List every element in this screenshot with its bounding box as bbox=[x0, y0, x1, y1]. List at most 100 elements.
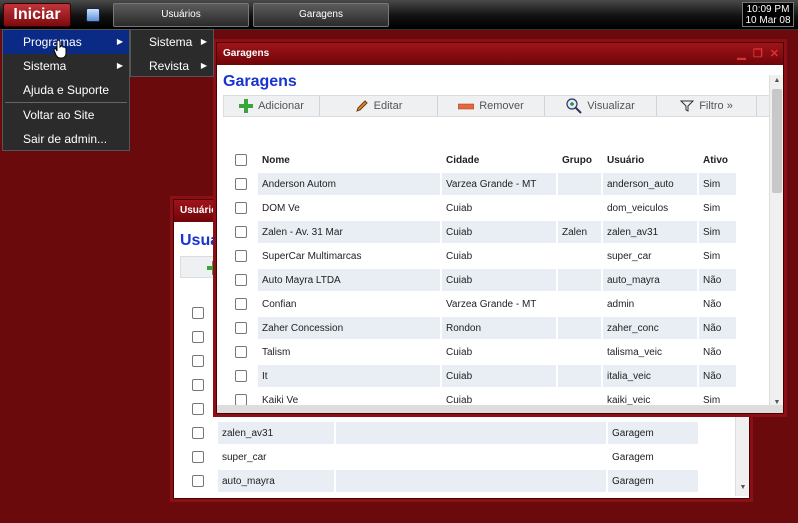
cell-cidade[interactable]: Varzea Grande - MT bbox=[442, 173, 556, 195]
cell-cidade[interactable]: Cuiab bbox=[442, 269, 556, 291]
close-icon[interactable]: ✕ bbox=[770, 48, 779, 60]
submenu-item-sistema[interactable]: Sistema ▶ bbox=[131, 30, 213, 54]
cell-nome[interactable]: Confian bbox=[258, 293, 440, 315]
row-checkbox[interactable] bbox=[235, 298, 247, 310]
cell-col1[interactable]: auto_mayra bbox=[218, 470, 334, 492]
row-checkbox[interactable] bbox=[235, 346, 247, 358]
row-checkbox[interactable] bbox=[235, 202, 247, 214]
cell-col2[interactable]: Garagem bbox=[608, 446, 698, 468]
cell-nome[interactable]: Anderson Autom bbox=[258, 173, 440, 195]
cell-grupo[interactable] bbox=[558, 341, 601, 363]
cell-usuario[interactable]: super_car bbox=[603, 245, 697, 267]
cell-col2[interactable]: Garagem bbox=[608, 422, 698, 444]
row-checkbox[interactable] bbox=[235, 274, 247, 286]
scroll-down-icon[interactable]: ▼ bbox=[736, 482, 749, 494]
row-checkbox[interactable] bbox=[235, 322, 247, 334]
cell-grupo[interactable] bbox=[558, 293, 601, 315]
cell-nome[interactable]: It bbox=[258, 365, 440, 387]
cell-grupo[interactable] bbox=[558, 269, 601, 291]
cell-ativo[interactable]: Não bbox=[699, 317, 736, 339]
cell-ativo[interactable]: Não bbox=[699, 341, 736, 363]
row-checkbox[interactable] bbox=[192, 475, 204, 487]
scroll-up-icon[interactable]: ▲ bbox=[770, 75, 783, 87]
row-checkbox[interactable] bbox=[235, 370, 247, 382]
cell-usuario[interactable]: talisma_veic bbox=[603, 341, 697, 363]
row-checkbox[interactable] bbox=[192, 355, 204, 367]
cell-usuario[interactable]: zaher_conc bbox=[603, 317, 697, 339]
row-checkbox[interactable] bbox=[235, 250, 247, 262]
cell-nome[interactable]: Zalen - Av. 31 Mar bbox=[258, 221, 440, 243]
restore-icon[interactable]: ❐ bbox=[753, 48, 763, 60]
task-button-usuarios[interactable]: Usuários bbox=[113, 3, 249, 27]
column-usuario[interactable]: Usuário bbox=[603, 149, 697, 171]
edit-button[interactable]: Editar bbox=[320, 96, 438, 116]
remove-button[interactable]: Remover bbox=[438, 96, 545, 116]
table-row[interactable]: SuperCar Multimarcas Cuiab super_car Sim bbox=[231, 245, 736, 267]
cell-grupo[interactable]: Zalen bbox=[558, 221, 601, 243]
add-button[interactable]: Adicionar bbox=[224, 96, 320, 116]
garagens-titlebar[interactable]: Garagens ▁ ❐ ✕ bbox=[217, 43, 783, 65]
quick-launch-icon[interactable] bbox=[86, 8, 100, 22]
select-all-checkbox[interactable] bbox=[235, 154, 247, 166]
cell-grupo[interactable] bbox=[558, 365, 601, 387]
row-checkbox[interactable] bbox=[192, 427, 204, 439]
row-checkbox[interactable] bbox=[235, 178, 247, 190]
column-nome[interactable]: Nome bbox=[258, 149, 440, 171]
cell-cidade[interactable]: Cuiab bbox=[442, 365, 556, 387]
cell-usuario[interactable]: dom_veiculos bbox=[603, 197, 697, 219]
cell-ativo[interactable]: Sim bbox=[699, 221, 736, 243]
table-row[interactable]: DOM Ve Cuiab dom_veiculos Sim bbox=[231, 197, 736, 219]
resize-handle[interactable] bbox=[217, 405, 783, 413]
cell-col1[interactable]: zalen_av31 bbox=[218, 422, 334, 444]
table-row[interactable]: Zalen - Av. 31 Mar Cuiab Zalen zalen_av31 Si… bbox=[231, 221, 736, 243]
column-ativo[interactable]: Ativo bbox=[699, 149, 736, 171]
row-checkbox[interactable] bbox=[192, 379, 204, 391]
cell-grupo[interactable] bbox=[558, 245, 601, 267]
row-checkbox[interactable] bbox=[192, 331, 204, 343]
cell-nome[interactable]: DOM Ve bbox=[258, 197, 440, 219]
scroll-thumb[interactable] bbox=[772, 89, 782, 193]
cell-ativo[interactable]: Sim bbox=[699, 173, 736, 195]
cell-cidade[interactable]: Rondon bbox=[442, 317, 556, 339]
submenu-item-revista[interactable]: Revista ▶ bbox=[131, 54, 213, 78]
cell-usuario[interactable]: auto_mayra bbox=[603, 269, 697, 291]
view-button[interactable]: Visualizar bbox=[545, 96, 657, 116]
filter-button[interactable]: Filtro » bbox=[657, 96, 757, 116]
cell-usuario[interactable]: admin bbox=[603, 293, 697, 315]
cell-cidade[interactable]: Cuiab bbox=[442, 221, 556, 243]
row-checkbox[interactable] bbox=[192, 451, 204, 463]
garagens-scrollbar[interactable]: ▲ ▼ bbox=[769, 75, 783, 409]
table-row[interactable]: Talism Cuiab talisma_veic Não bbox=[231, 341, 736, 363]
column-cidade[interactable]: Cidade bbox=[442, 149, 556, 171]
row-checkbox[interactable] bbox=[235, 226, 247, 238]
cell-col2[interactable]: Garagem bbox=[608, 470, 698, 492]
cell-col1[interactable]: super_car bbox=[218, 446, 334, 468]
cell-ativo[interactable]: Não bbox=[699, 293, 736, 315]
task-button-garagens[interactable]: Garagens bbox=[253, 3, 389, 27]
cell-usuario[interactable]: anderson_auto bbox=[603, 173, 697, 195]
table-row[interactable]: Zaher Concession Rondon zaher_conc Não bbox=[231, 317, 736, 339]
row-checkbox[interactable] bbox=[192, 307, 204, 319]
column-grupo[interactable]: Grupo bbox=[558, 149, 601, 171]
cell-ativo[interactable]: Não bbox=[699, 269, 736, 291]
row-checkbox[interactable] bbox=[192, 403, 204, 415]
menu-item-voltar[interactable]: Voltar ao Site bbox=[3, 103, 129, 127]
table-row[interactable]: super_car Garagem bbox=[188, 446, 698, 468]
minimize-icon[interactable]: ▁ bbox=[737, 48, 745, 60]
cell-grupo[interactable] bbox=[558, 173, 601, 195]
table-row[interactable]: auto_mayra Garagem bbox=[188, 470, 698, 492]
cell-usuario[interactable]: italia_veic bbox=[603, 365, 697, 387]
menu-item-sair[interactable]: Sair de admin... bbox=[3, 127, 129, 151]
cell-nome[interactable]: Zaher Concession bbox=[258, 317, 440, 339]
cell-cidade[interactable]: Varzea Grande - MT bbox=[442, 293, 556, 315]
cell-empty[interactable] bbox=[336, 446, 606, 468]
cell-empty[interactable] bbox=[336, 422, 606, 444]
table-row[interactable]: It Cuiab italia_veic Não bbox=[231, 365, 736, 387]
cell-ativo[interactable]: Sim bbox=[699, 197, 736, 219]
table-row[interactable]: zalen_av31 Garagem bbox=[188, 422, 698, 444]
table-row[interactable]: Confian Varzea Grande - MT admin Não bbox=[231, 293, 736, 315]
cell-cidade[interactable]: Cuiab bbox=[442, 245, 556, 267]
cell-grupo[interactable] bbox=[558, 317, 601, 339]
cell-nome[interactable]: SuperCar Multimarcas bbox=[258, 245, 440, 267]
menu-item-ajuda[interactable]: Ajuda e Suporte bbox=[3, 78, 129, 102]
